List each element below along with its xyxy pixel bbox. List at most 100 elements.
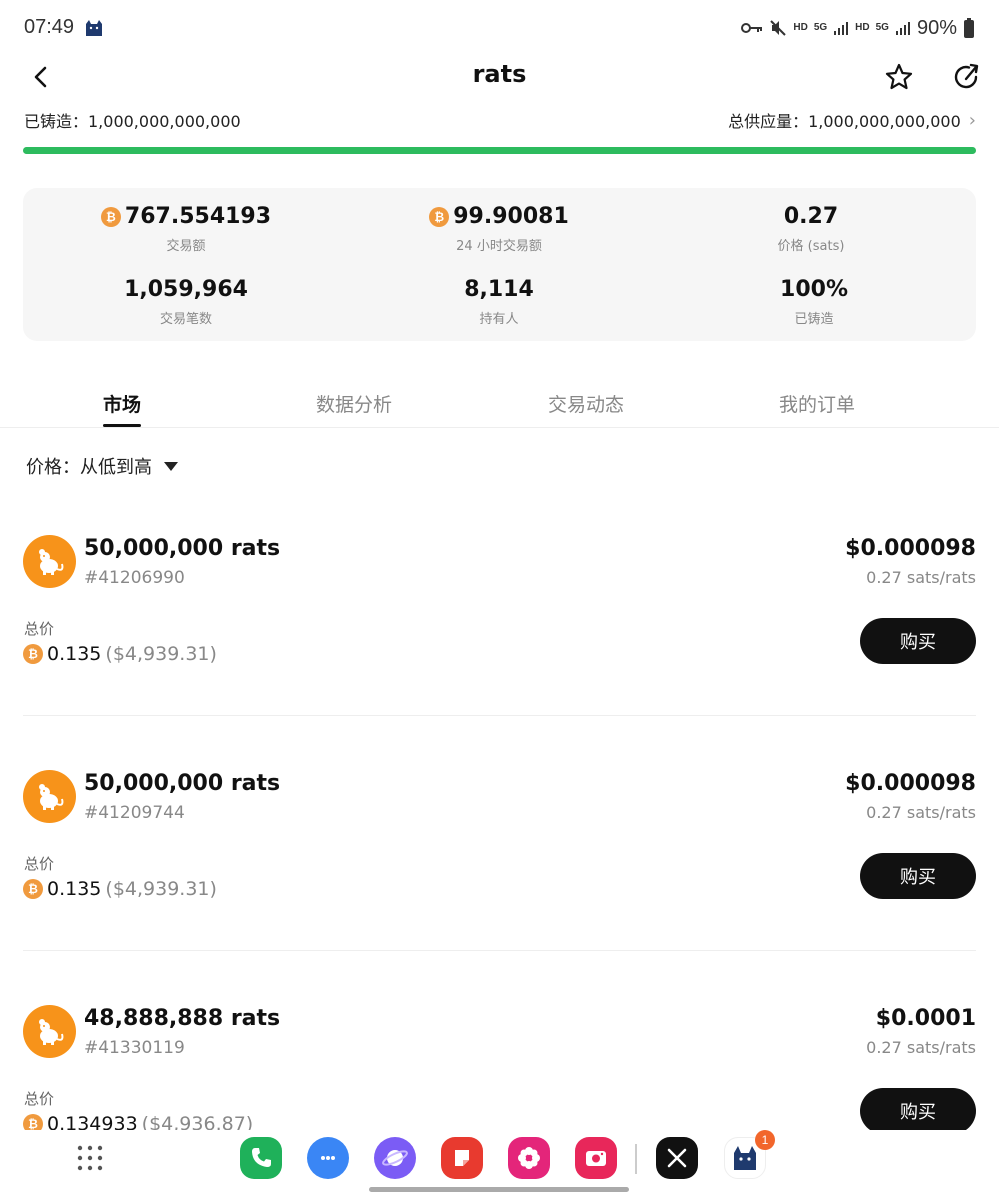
total-usd: ($4,939.31) xyxy=(105,643,217,665)
back-icon[interactable] xyxy=(26,62,56,92)
listing-amount: 50,000,000 rats xyxy=(84,771,281,796)
stat-holders: 8,114 持有人 xyxy=(340,277,658,327)
listing-sats-rate: 0.27 sats/rats xyxy=(866,1038,976,1057)
rats-token-avatar xyxy=(23,535,76,588)
signal-icon xyxy=(834,22,849,35)
total-supply-amount: 总供应量：1,000,000,000,000 xyxy=(728,112,961,131)
stat-24h-volume: ₿ 99.90081 24 小时交易额 xyxy=(340,204,658,254)
notes-icon[interactable] xyxy=(441,1137,483,1179)
stat-price: 0.27 价格 (sats) xyxy=(652,204,970,254)
total-btc: 0.135 xyxy=(47,878,102,900)
total-usd: ($4,939.31) xyxy=(105,878,217,900)
network-type-2: 5G xyxy=(875,22,889,33)
taskbar: 1 xyxy=(0,1130,999,1200)
stat-trade-count: 1,059,964 交易笔数 xyxy=(27,277,345,327)
gallery-icon[interactable] xyxy=(508,1137,550,1179)
dock-separator xyxy=(635,1144,637,1174)
rats-token-avatar xyxy=(23,1005,76,1058)
rat-icon xyxy=(38,1018,63,1045)
battery-icon xyxy=(964,18,974,38)
stat-value: 767.554193 xyxy=(124,204,272,229)
sort-label: 价格：从低到高 xyxy=(26,457,152,478)
phone-icon[interactable] xyxy=(240,1137,282,1179)
signal-icon-2 xyxy=(895,22,910,35)
sort-dropdown[interactable]: 价格：从低到高 xyxy=(26,453,178,479)
tab-bar: 市场 数据分析 交易动态 我的订单 xyxy=(0,380,999,428)
total-supply-link[interactable]: 总供应量：1,000,000,000,000 › xyxy=(728,108,976,132)
mint-progress-fill xyxy=(23,147,976,154)
internet-icon[interactable] xyxy=(374,1137,416,1179)
tab-activity[interactable]: 交易动态 xyxy=(548,390,624,417)
hd-indicator-2: HD xyxy=(855,22,870,33)
total-price: ₿ 0.135 ($4,939.31) xyxy=(23,643,217,665)
app-drawer-icon[interactable] xyxy=(76,1144,104,1172)
rats-token-avatar xyxy=(23,770,76,823)
listing-amount: 50,000,000 rats xyxy=(84,536,281,561)
listing-id: #41330119 xyxy=(84,1038,185,1058)
active-tab-indicator xyxy=(103,424,141,427)
key-icon xyxy=(741,23,763,33)
rat-icon xyxy=(38,548,63,575)
hd-indicator: HD xyxy=(793,22,808,33)
stat-value: 0.27 xyxy=(783,204,839,229)
caret-down-icon xyxy=(164,461,178,471)
listing-sats-rate: 0.27 sats/rats xyxy=(866,568,976,587)
stat-value: 1,059,964 xyxy=(124,277,248,302)
bitcoin-icon: ₿ xyxy=(23,1114,43,1130)
stat-value: 99.90081 xyxy=(453,204,569,229)
status-time: 07:49 xyxy=(24,16,75,38)
stat-value: 8,114 xyxy=(464,277,534,302)
total-usd: ($4,936.87) xyxy=(141,1113,254,1130)
listing-id: #41206990 xyxy=(84,568,185,588)
listing-item: 50,000,000 rats #41209744 $0.000098 0.27… xyxy=(0,715,999,951)
listing-sats-rate: 0.27 sats/rats xyxy=(866,803,976,822)
minted-amount: 已铸造：1,000,000,000,000 xyxy=(24,112,241,131)
total-price-label: 总价 xyxy=(24,620,55,638)
listing-item: 50,000,000 rats #41206990 $0.000098 0.27… xyxy=(0,480,999,716)
camera-icon[interactable] xyxy=(575,1137,617,1179)
bitcoin-icon: ₿ xyxy=(23,879,43,899)
listing-unit-price: $0.000098 xyxy=(845,536,976,561)
buy-button[interactable]: 购买 xyxy=(860,618,976,664)
buy-button[interactable]: 购买 xyxy=(860,1088,976,1130)
total-btc: 0.134933 xyxy=(47,1113,138,1130)
network-type: 5G xyxy=(813,22,828,33)
bitcoin-icon: ₿ xyxy=(23,644,43,664)
wallet-cat-icon[interactable]: 1 xyxy=(724,1130,775,1179)
rat-icon xyxy=(38,783,63,810)
stat-label: 24 小时交易额 xyxy=(456,239,542,254)
listing-unit-price: $0.0001 xyxy=(875,1006,976,1031)
total-btc: 0.135 xyxy=(47,643,102,665)
buy-button[interactable]: 购买 xyxy=(860,853,976,899)
stat-label: 已铸造 xyxy=(794,312,834,327)
favorite-star-icon[interactable] xyxy=(884,62,914,92)
listing-amount: 48,888,888 rats xyxy=(84,1006,281,1031)
stat-minted: 100% 已铸造 xyxy=(655,277,973,327)
messages-icon[interactable] xyxy=(307,1137,349,1179)
total-price: ₿ 0.134933 ($4,936.87) xyxy=(23,1113,253,1130)
bitcoin-icon: ₿ xyxy=(100,206,121,227)
stat-value: 100% xyxy=(780,277,848,302)
total-price-label: 总价 xyxy=(24,1090,55,1108)
mute-icon xyxy=(770,20,787,36)
stat-label: 价格 (sats) xyxy=(777,239,845,254)
stat-label: 交易笔数 xyxy=(159,312,212,327)
tab-my-orders[interactable]: 我的订单 xyxy=(779,390,855,417)
chevron-right-icon: › xyxy=(968,109,976,131)
mint-progress-bar xyxy=(23,147,976,154)
supply-row: 已铸造：1,000,000,000,000 总供应量：1,000,000,000… xyxy=(24,108,976,132)
share-icon[interactable] xyxy=(952,62,982,92)
page-header: rats xyxy=(0,56,999,100)
tab-analytics[interactable]: 数据分析 xyxy=(316,390,392,417)
tab-market[interactable]: 市场 xyxy=(103,390,141,417)
listing-item: 48,888,888 rats #41330119 $0.0001 0.27 s… xyxy=(0,950,999,1130)
listing-unit-price: $0.000098 xyxy=(845,771,976,796)
stats-card: ₿ 767.554193 交易额 ₿ 99.90081 24 小时交易额 0.27 … xyxy=(23,188,976,341)
listing-id: #41209744 xyxy=(84,803,185,823)
total-price-label: 总价 xyxy=(24,855,55,873)
home-gesture-bar[interactable] xyxy=(369,1187,629,1192)
page-title: rats xyxy=(472,60,527,88)
stat-volume: ₿ 767.554193 交易额 xyxy=(27,204,345,254)
listing-list: 50,000,000 rats #41206990 $0.000098 0.27… xyxy=(0,480,999,1130)
x-icon[interactable] xyxy=(656,1137,698,1179)
